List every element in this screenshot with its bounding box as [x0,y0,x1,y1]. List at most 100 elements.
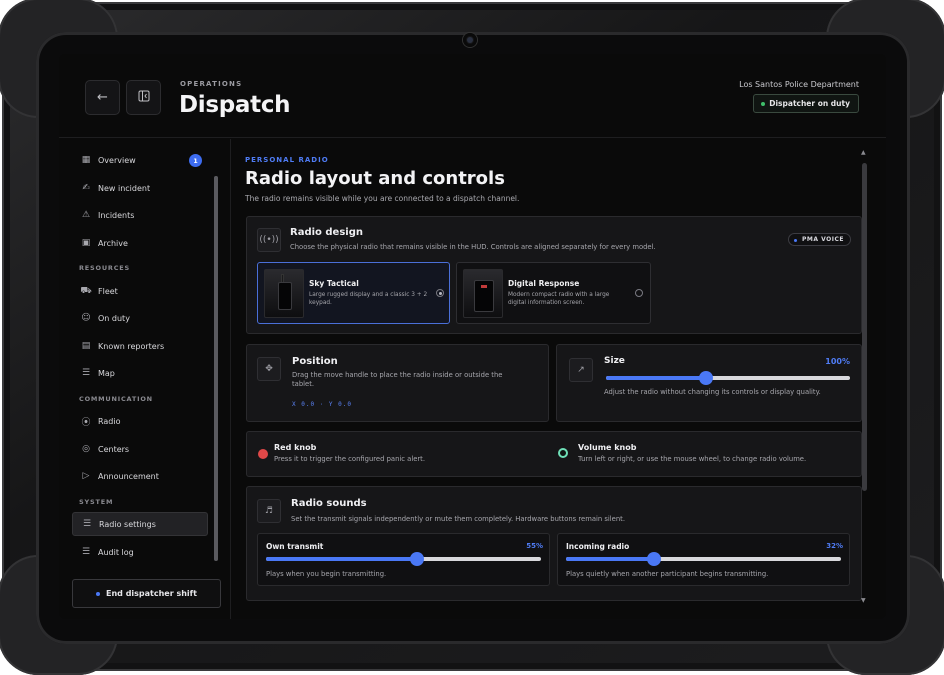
list-icon: ☰ [81,547,91,557]
radio-sounds-card: ♬ Radio sounds Set the transmit signals … [246,486,862,601]
option-description: Modern compact radio with a large digita… [508,291,609,307]
camera-icon [463,33,477,47]
archive-icon: ▣ [81,238,91,248]
radio-option-sky-tactical[interactable]: Sky Tactical Large rugged display and a … [257,262,450,324]
sidebar-item-label: Radio [98,416,121,426]
volume-knob-icon [558,448,568,458]
sidebar-item-centers[interactable]: ◎ Centers [72,438,208,460]
card-description: Drag the move handle to place the radio … [292,371,502,389]
option-description: Large rugged display and a classic 3 + 2… [309,291,427,307]
sidebar-item-incidents[interactable]: ⚠ Incidents [72,204,208,226]
sidebar-item-audit-log[interactable]: ☰ Audit log [72,541,208,563]
sidebar-item-on-duty[interactable]: ☺ On duty [72,307,208,329]
main-scrollbar[interactable]: ▲ ▼ [861,149,867,604]
sidebar-toggle-button[interactable] [126,80,161,115]
slider-fill [266,557,418,561]
red-knob-title: Red knob [274,443,317,452]
slider-thumb[interactable] [699,371,714,385]
back-button[interactable]: ← [85,80,120,115]
broadcast-icon: ◎ [82,444,90,454]
header: ← OPERATIONS Dispatch Los Santos Police … [59,54,886,138]
sidebar-item-map[interactable]: ☰ Map [72,362,208,384]
alarm-icon: ⚠ [81,210,91,220]
grid-icon: ▦ [81,155,91,165]
digital-response-image [463,269,503,318]
page-title: Dispatch [179,92,291,118]
incoming-radio-slider[interactable] [566,552,841,566]
header-eyebrow: OPERATIONS [180,80,243,88]
card-description-line: tablet. [292,380,315,389]
resize-icon: ↗ [569,358,593,382]
map-icon: ☰ [81,368,91,378]
own-transmit-slider[interactable] [266,552,541,566]
size-percent: 100% [825,357,850,366]
file-plus-icon: ✍ [82,183,90,193]
main-content: PERSONAL RADIO Radio layout and controls… [232,139,886,619]
pma-voice-badge: PMA VOICE [788,233,851,246]
notification-badge: 1 [189,154,202,167]
option-description-line: keypad. [309,300,332,307]
card-description: Adjust the radio without changing its co… [604,388,821,396]
sidebar-item-radio[interactable]: ⦿ Radio [72,410,208,432]
sidebar: ▦ Overview 1 ✍ New incident ⚠ Incidents … [59,139,231,619]
radio-waves-icon: ⦿ [81,417,91,428]
card-description: Set the transmit signals independently o… [291,515,625,523]
card-title: Radio design [290,227,363,238]
position-coordinates: X 0.0 · Y 0.0 [292,401,352,408]
size-card: ↗ Size 100% Adjust the radio without cha… [556,344,862,422]
incoming-radio-description: Plays quietly when another participant b… [566,570,769,578]
speaker-icon: ♬ [257,499,281,523]
option-description-line: digital information screen. [508,300,585,307]
megaphone-icon: ▷ [82,471,90,481]
own-transmit-panel: Own transmit 55% Plays when you begin tr… [257,533,550,586]
sidebar-item-announcement[interactable]: ▷ Announcement [72,465,208,487]
red-knob-description: Press it to trigger the configured panic… [274,455,426,463]
option-description-line: Modern compact radio with a large [508,292,610,298]
size-slider[interactable] [606,371,850,385]
sidebar-toggle-icon [138,90,150,106]
card-title: Position [292,356,338,367]
card-title: Size [604,356,625,366]
option-description-line: Large rugged display and a classic 3 + 2 [309,292,428,298]
slider-thumb[interactable] [647,552,661,566]
sidebar-item-label: Archive [98,238,128,248]
slider-thumb[interactable] [410,552,425,566]
sidebar-item-known-reporters[interactable]: ▤ Known reporters [72,335,208,357]
arrow-left-icon: ← [97,90,108,105]
incoming-radio-percent: 32% [826,542,843,550]
sidebar-item-fleet[interactable]: ⛟ Fleet [72,280,208,302]
sidebar-item-label: Radio settings [99,519,156,529]
sidebar-item-label: Announcement [98,471,159,481]
sidebar-scrollbar[interactable] [214,176,218,561]
sidebar-item-label: New incident [98,183,151,193]
position-card: ✥ Position Drag the move handle to place… [246,344,549,422]
radio-button[interactable] [436,289,444,297]
sidebar-item-label: On duty [98,313,130,323]
move-icon[interactable]: ✥ [257,357,281,381]
scrollbar-thumb[interactable] [862,163,867,491]
sidebar-item-archive[interactable]: ▣ Archive [72,232,208,254]
section-communication: COMMUNICATION [79,395,153,403]
sidebar-item-radio-settings[interactable]: ☰ Radio settings [72,512,208,536]
status-dot-icon [96,591,101,596]
end-shift-button[interactable]: End dispatcher shift [72,579,221,608]
slider-fill [606,376,707,380]
contact-book-icon: ▤ [81,341,91,351]
volume-knob-description: Turn left or right, or use the mouse whe… [578,455,807,463]
knobs-card: Red knob Press it to trigger the configu… [246,431,862,477]
scroll-down-icon[interactable]: ▼ [861,597,866,604]
radio-waves-icon: ((•)) [257,228,281,252]
radio-design-card: ((•)) Radio design Choose the physical r… [246,216,862,334]
card-description-line: Drag the move handle to place the radio … [292,371,503,379]
option-title: Digital Response [508,279,580,288]
sidebar-item-overview[interactable]: ▦ Overview 1 [72,149,208,171]
radio-button[interactable] [635,289,643,297]
sidebar-item-label: Audit log [98,547,134,557]
sidebar-item-label: Centers [98,444,130,454]
radio-option-digital-response[interactable]: Digital Response Modern compact radio wi… [456,262,651,324]
users-icon: ☺ [81,313,91,323]
tablet-screen: ← OPERATIONS Dispatch Los Santos Police … [59,54,886,619]
incoming-radio-panel: Incoming radio 32% Plays quietly when an… [557,533,850,586]
sidebar-item-new-incident[interactable]: ✍ New incident [72,177,208,199]
scroll-up-icon[interactable]: ▲ [861,149,866,156]
